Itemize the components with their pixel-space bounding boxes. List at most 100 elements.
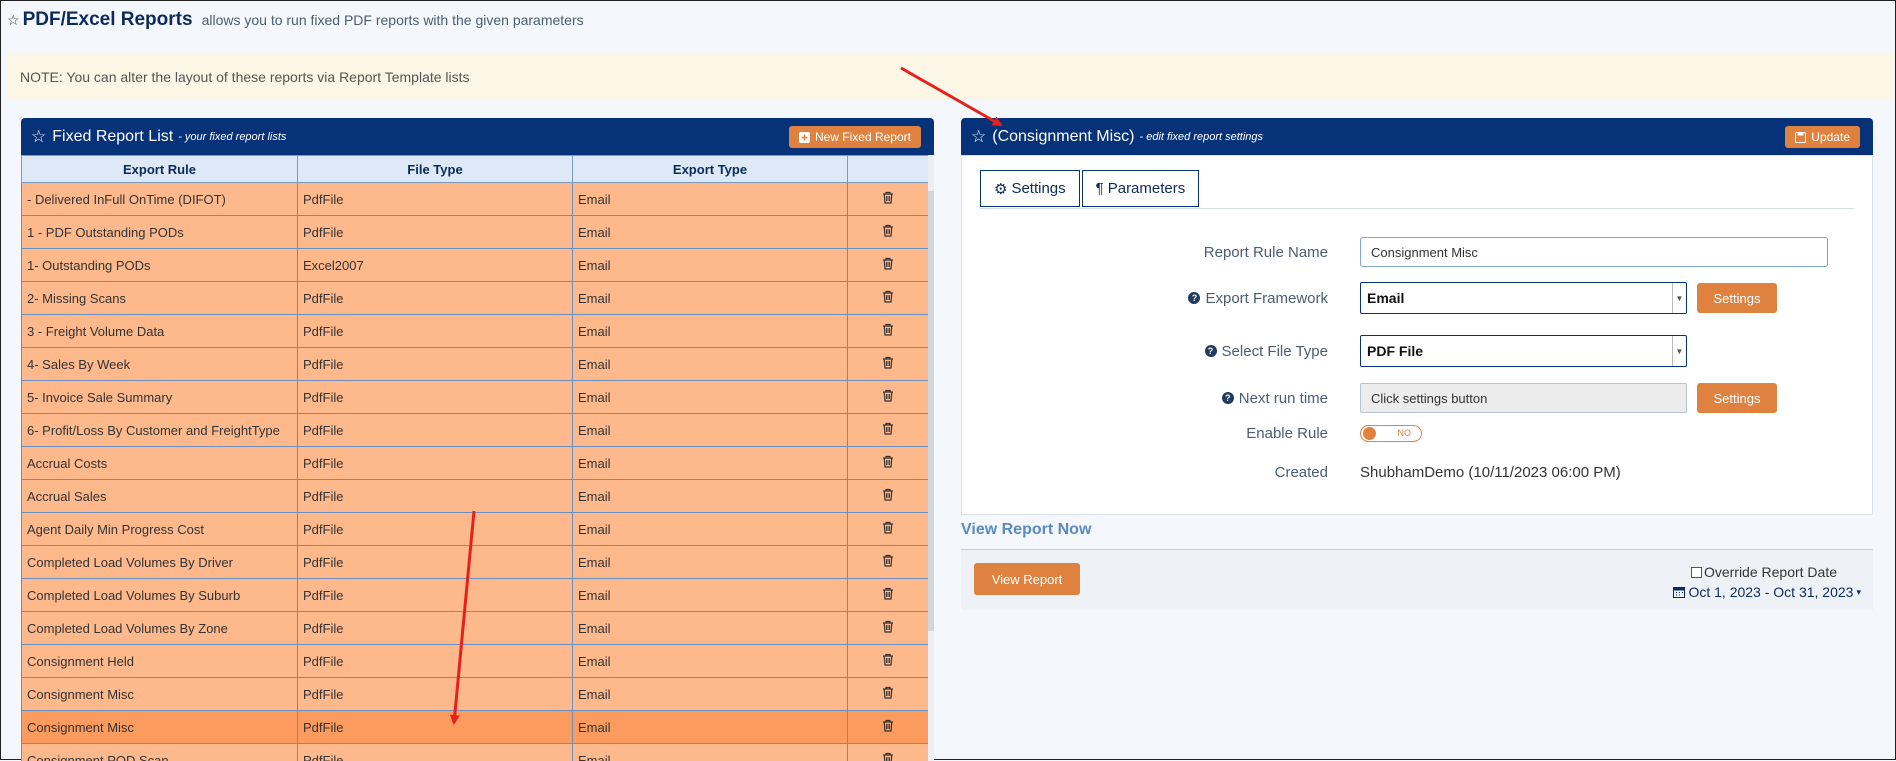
delete-row-button[interactable]	[848, 183, 929, 216]
cell-file-type: PdfFile	[298, 645, 573, 678]
table-row[interactable]: 5- Invoice Sale SummaryPdfFileEmail	[22, 381, 929, 414]
cell-export-type: Email	[573, 447, 848, 480]
scrollbar-thumb[interactable]	[928, 191, 934, 631]
column-header-file-type[interactable]: File Type	[298, 156, 573, 183]
trash-icon	[882, 356, 894, 369]
table-row[interactable]: 1 - PDF Outstanding PODsPdfFileEmail	[22, 216, 929, 249]
table-row[interactable]: Accrual CostsPdfFileEmail	[22, 447, 929, 480]
cell-export-rule[interactable]: 2- Missing Scans	[22, 282, 298, 315]
tab-parameters[interactable]: ¶ Parameters	[1082, 170, 1200, 207]
cell-export-rule[interactable]: 4- Sales By Week	[22, 348, 298, 381]
rule-name-input[interactable]: Consignment Misc	[1360, 237, 1828, 267]
export-framework-select[interactable]: Email ▼	[1360, 282, 1687, 314]
table-row[interactable]: Accrual SalesPdfFileEmail	[22, 480, 929, 513]
cell-export-rule[interactable]: Completed Load Volumes By Driver	[22, 546, 298, 579]
delete-row-button[interactable]	[848, 315, 929, 348]
help-icon[interactable]: ?	[1188, 292, 1200, 304]
file-type-select[interactable]: PDF File ▼	[1360, 335, 1687, 367]
delete-row-button[interactable]	[848, 249, 929, 282]
cell-file-type: PdfFile	[298, 282, 573, 315]
column-header-export-rule[interactable]: Export Rule	[22, 156, 298, 183]
delete-row-button[interactable]	[848, 711, 929, 744]
favorite-star-icon[interactable]: ☆	[7, 12, 20, 29]
delete-row-button[interactable]	[848, 216, 929, 249]
delete-row-button[interactable]	[848, 381, 929, 414]
fixed-report-table-wrap: Export Rule File Type Export Type - Deli…	[21, 155, 928, 761]
trash-icon	[882, 620, 894, 633]
table-row[interactable]: Completed Load Volumes By SuburbPdfFileE…	[22, 579, 929, 612]
layout-note: NOTE: You can alter the layout of these …	[7, 54, 1893, 100]
delete-row-button[interactable]	[848, 612, 929, 645]
cell-export-rule[interactable]: Consignment Misc	[22, 678, 298, 711]
table-row[interactable]: 2- Missing ScansPdfFileEmail	[22, 282, 929, 315]
tab-settings[interactable]: ⚙ Settings	[980, 170, 1080, 207]
table-row[interactable]: Completed Load Volumes By ZonePdfFileEma…	[22, 612, 929, 645]
report-detail-subtitle: - edit fixed report settings	[1140, 131, 1264, 143]
fixed-report-list-subtitle: - your fixed report lists	[178, 131, 286, 143]
view-report-button[interactable]: View Report	[974, 563, 1080, 595]
cell-export-type: Email	[573, 249, 848, 282]
cell-export-type: Email	[573, 216, 848, 249]
delete-row-button[interactable]	[848, 579, 929, 612]
help-icon[interactable]: ?	[1222, 392, 1234, 404]
delete-row-button[interactable]	[848, 645, 929, 678]
chevron-down-icon: ▼	[1672, 283, 1686, 313]
cell-export-type: Email	[573, 315, 848, 348]
delete-row-button[interactable]	[848, 348, 929, 381]
next-run-settings-button[interactable]: Settings	[1697, 383, 1777, 413]
cell-export-rule[interactable]: 1- Outstanding PODs	[22, 249, 298, 282]
cell-export-type: Email	[573, 744, 848, 761]
cell-export-rule[interactable]: Accrual Sales	[22, 480, 298, 513]
cell-export-rule[interactable]: Agent Daily Min Progress Cost	[22, 513, 298, 546]
override-date-checkbox[interactable]	[1691, 567, 1702, 578]
table-row[interactable]: Consignment MiscPdfFileEmail	[22, 678, 929, 711]
cell-export-rule[interactable]: Consignment POD Scan	[22, 744, 298, 761]
new-fixed-report-button[interactable]: New Fixed Report	[789, 126, 921, 148]
update-button[interactable]: Update	[1785, 126, 1860, 148]
delete-row-button[interactable]	[848, 546, 929, 579]
trash-icon	[882, 686, 894, 699]
cell-export-rule[interactable]: Completed Load Volumes By Suburb	[22, 579, 298, 612]
table-row[interactable]: 3 - Freight Volume DataPdfFileEmail	[22, 315, 929, 348]
cell-export-rule[interactable]: 1 - PDF Outstanding PODs	[22, 216, 298, 249]
cell-export-rule[interactable]: 5- Invoice Sale Summary	[22, 381, 298, 414]
column-header-export-type[interactable]: Export Type	[573, 156, 848, 183]
cell-file-type: PdfFile	[298, 447, 573, 480]
delete-row-button[interactable]	[848, 414, 929, 447]
table-row[interactable]: 6- Profit/Loss By Customer and FreightTy…	[22, 414, 929, 447]
cell-export-rule[interactable]: 6- Profit/Loss By Customer and FreightTy…	[22, 414, 298, 447]
cell-export-rule[interactable]: Completed Load Volumes By Zone	[22, 612, 298, 645]
cell-export-rule[interactable]: Consignment Held	[22, 645, 298, 678]
table-row[interactable]: Consignment HeldPdfFileEmail	[22, 645, 929, 678]
star-icon[interactable]: ☆	[31, 127, 46, 147]
delete-row-button[interactable]	[848, 513, 929, 546]
table-row[interactable]: Consignment MiscPdfFileEmail	[22, 711, 929, 744]
table-scrollbar[interactable]	[928, 155, 934, 761]
delete-row-button[interactable]	[848, 282, 929, 315]
table-row[interactable]: 4- Sales By WeekPdfFileEmail	[22, 348, 929, 381]
framework-settings-button[interactable]: Settings	[1697, 283, 1777, 313]
table-row[interactable]: 1- Outstanding PODsExcel2007Email	[22, 249, 929, 282]
date-range-picker[interactable]: Oct 1, 2023 - Oct 31, 2023 ▾	[1673, 584, 1861, 600]
delete-row-button[interactable]	[848, 480, 929, 513]
table-row[interactable]: - Delivered InFull OnTime (DIFOT)PdfFile…	[22, 183, 929, 216]
cell-file-type: PdfFile	[298, 744, 573, 761]
delete-row-button[interactable]	[848, 678, 929, 711]
override-date-control[interactable]: Override Report Date	[1691, 564, 1837, 580]
report-detail-header: ☆ (Consignment Misc) - edit fixed report…	[961, 118, 1873, 155]
table-row[interactable]: Agent Daily Min Progress CostPdfFileEmai…	[22, 513, 929, 546]
table-row[interactable]: Completed Load Volumes By DriverPdfFileE…	[22, 546, 929, 579]
star-icon[interactable]: ☆	[971, 127, 986, 147]
cell-export-rule[interactable]: - Delivered InFull OnTime (DIFOT)	[22, 183, 298, 216]
cell-export-rule[interactable]: 3 - Freight Volume Data	[22, 315, 298, 348]
trash-icon	[882, 290, 894, 303]
delete-row-button[interactable]	[848, 447, 929, 480]
help-icon[interactable]: ?	[1205, 345, 1217, 357]
cell-export-rule[interactable]: Consignment Misc	[22, 711, 298, 744]
cell-export-rule[interactable]: Accrual Costs	[22, 447, 298, 480]
delete-row-button[interactable]	[848, 744, 929, 761]
enable-rule-toggle[interactable]: NO	[1360, 425, 1422, 442]
cell-export-type: Email	[573, 711, 848, 744]
trash-icon	[882, 257, 894, 270]
table-row[interactable]: Consignment POD ScanPdfFileEmail	[22, 744, 929, 761]
